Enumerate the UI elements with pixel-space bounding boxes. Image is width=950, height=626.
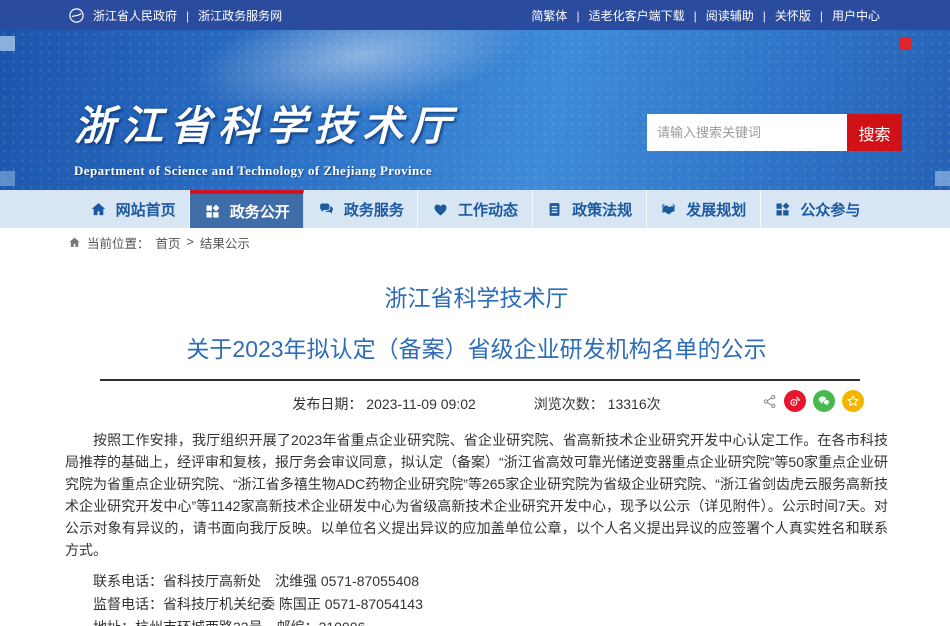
nav-item-policies[interactable]: 政策法规 [533, 190, 647, 228]
banner-decoration [935, 171, 950, 186]
article-paragraph: 按照工作安排，我厅组织开展了2023年省重点企业研究院、省企业研究院、省高新技术… [65, 429, 888, 561]
qzone-share-icon[interactable] [842, 390, 864, 412]
nav-item-home[interactable]: 网站首页 [76, 190, 190, 228]
site-title-english: Department of Science and Technology of … [74, 163, 458, 179]
breadcrumb-separator: > [187, 235, 194, 249]
view-count-value: 13316次 [608, 396, 661, 412]
nav-label: 网站首页 [116, 199, 176, 220]
home-small-icon [68, 236, 81, 249]
handshake-icon [660, 201, 677, 218]
nav-label: 政务公开 [230, 201, 290, 222]
chat-bubbles-icon [318, 201, 335, 218]
publish-date-value: 2023-11-09 09:02 [366, 396, 476, 412]
site-banner: 浙江省科学技术厅 Department of Science and Techn… [0, 30, 950, 190]
view-count: 浏览次数： 13316次 [534, 394, 661, 414]
contact-block: 联系电话：省科技厅高新处 沈维强 0571-87055408 监督电话：省科技厅… [65, 570, 888, 626]
government-emblem-icon [68, 7, 85, 24]
document-icon [546, 201, 563, 218]
heart-icon [432, 201, 449, 218]
breadcrumb: 当前位置： 首页 > 结果公示 [0, 229, 950, 255]
banner-decoration [899, 37, 912, 50]
nav-item-work-news[interactable]: 工作动态 [418, 190, 532, 228]
top-utility-bar: 浙江省人民政府 浙江政务服务网 简繁体 适老化客户端下载 阅读辅助 关怀版 用户… [0, 0, 950, 30]
link-zj-gov[interactable]: 浙江省人民政府 [93, 7, 177, 24]
nav-item-gov-services[interactable]: 政务服务 [304, 190, 418, 228]
link-reading-assist[interactable]: 阅读辅助 [685, 7, 754, 24]
article-org-title: 浙江省科学技术厅 [65, 279, 888, 313]
main-navigation: 网站首页 政务公开 政务服务 工作动态 政策法规 [0, 190, 950, 228]
nav-label: 公众参与 [800, 199, 860, 220]
weibo-share-icon[interactable] [784, 390, 806, 412]
squares-star-icon [774, 201, 791, 218]
link-zj-service[interactable]: 浙江政务服务网 [177, 7, 282, 24]
view-count-label: 浏览次数： [534, 396, 604, 412]
supervision-phone-line: 监督电话：省科技厅机关纪委 陈国正 0571-87054143 [65, 593, 888, 616]
nav-item-gov-disclosure[interactable]: 政务公开 [190, 190, 304, 228]
publish-date: 发布日期： 2023-11-09 09:02 [292, 394, 475, 414]
link-user-center[interactable]: 用户中心 [811, 7, 880, 24]
nav-item-public-participation[interactable]: 公众参与 [761, 190, 874, 228]
contact-phone-line: 联系电话：省科技厅高新处 沈维强 0571-87055408 [65, 570, 888, 593]
nav-label: 政策法规 [572, 199, 632, 220]
page-title: 关于2023年拟认定（备案）省级企业研发机构名单的公示 [65, 330, 888, 364]
squares-star-icon [204, 203, 221, 220]
share-buttons [762, 390, 864, 412]
search-input[interactable] [647, 114, 847, 151]
site-logo[interactable]: 浙江省科学技术厅 Department of Science and Techn… [74, 92, 458, 179]
link-care-version[interactable]: 关怀版 [754, 7, 811, 24]
address-line: 地址：杭州市环城西路33号 邮编：310006 [65, 616, 888, 626]
home-icon [90, 201, 107, 218]
breadcrumb-prefix: 当前位置： [87, 233, 150, 252]
nav-item-development-planning[interactable]: 发展规划 [647, 190, 761, 228]
nav-label: 政务服务 [344, 199, 404, 220]
nav-label: 发展规划 [686, 199, 746, 220]
share-icon[interactable] [762, 394, 777, 409]
publish-date-label: 发布日期： [292, 396, 362, 412]
search-button[interactable]: 搜索 [847, 114, 902, 151]
link-elder-client-download[interactable]: 适老化客户端下载 [567, 7, 684, 24]
article-content: 浙江省科学技术厅 关于2023年拟认定（备案）省级企业研发机构名单的公示 发布日… [0, 279, 950, 626]
link-simplified-traditional[interactable]: 简繁体 [531, 7, 567, 24]
wechat-share-icon[interactable] [813, 390, 835, 412]
breadcrumb-home-link[interactable]: 首页 [156, 233, 181, 252]
breadcrumb-current: 结果公示 [200, 233, 250, 252]
article-meta: 发布日期： 2023-11-09 09:02 浏览次数： 13316次 [65, 381, 888, 423]
site-title: 浙江省科学技术厅 [74, 92, 458, 152]
banner-decoration [0, 171, 15, 186]
banner-decoration [0, 36, 15, 51]
nav-label: 工作动态 [458, 199, 518, 220]
